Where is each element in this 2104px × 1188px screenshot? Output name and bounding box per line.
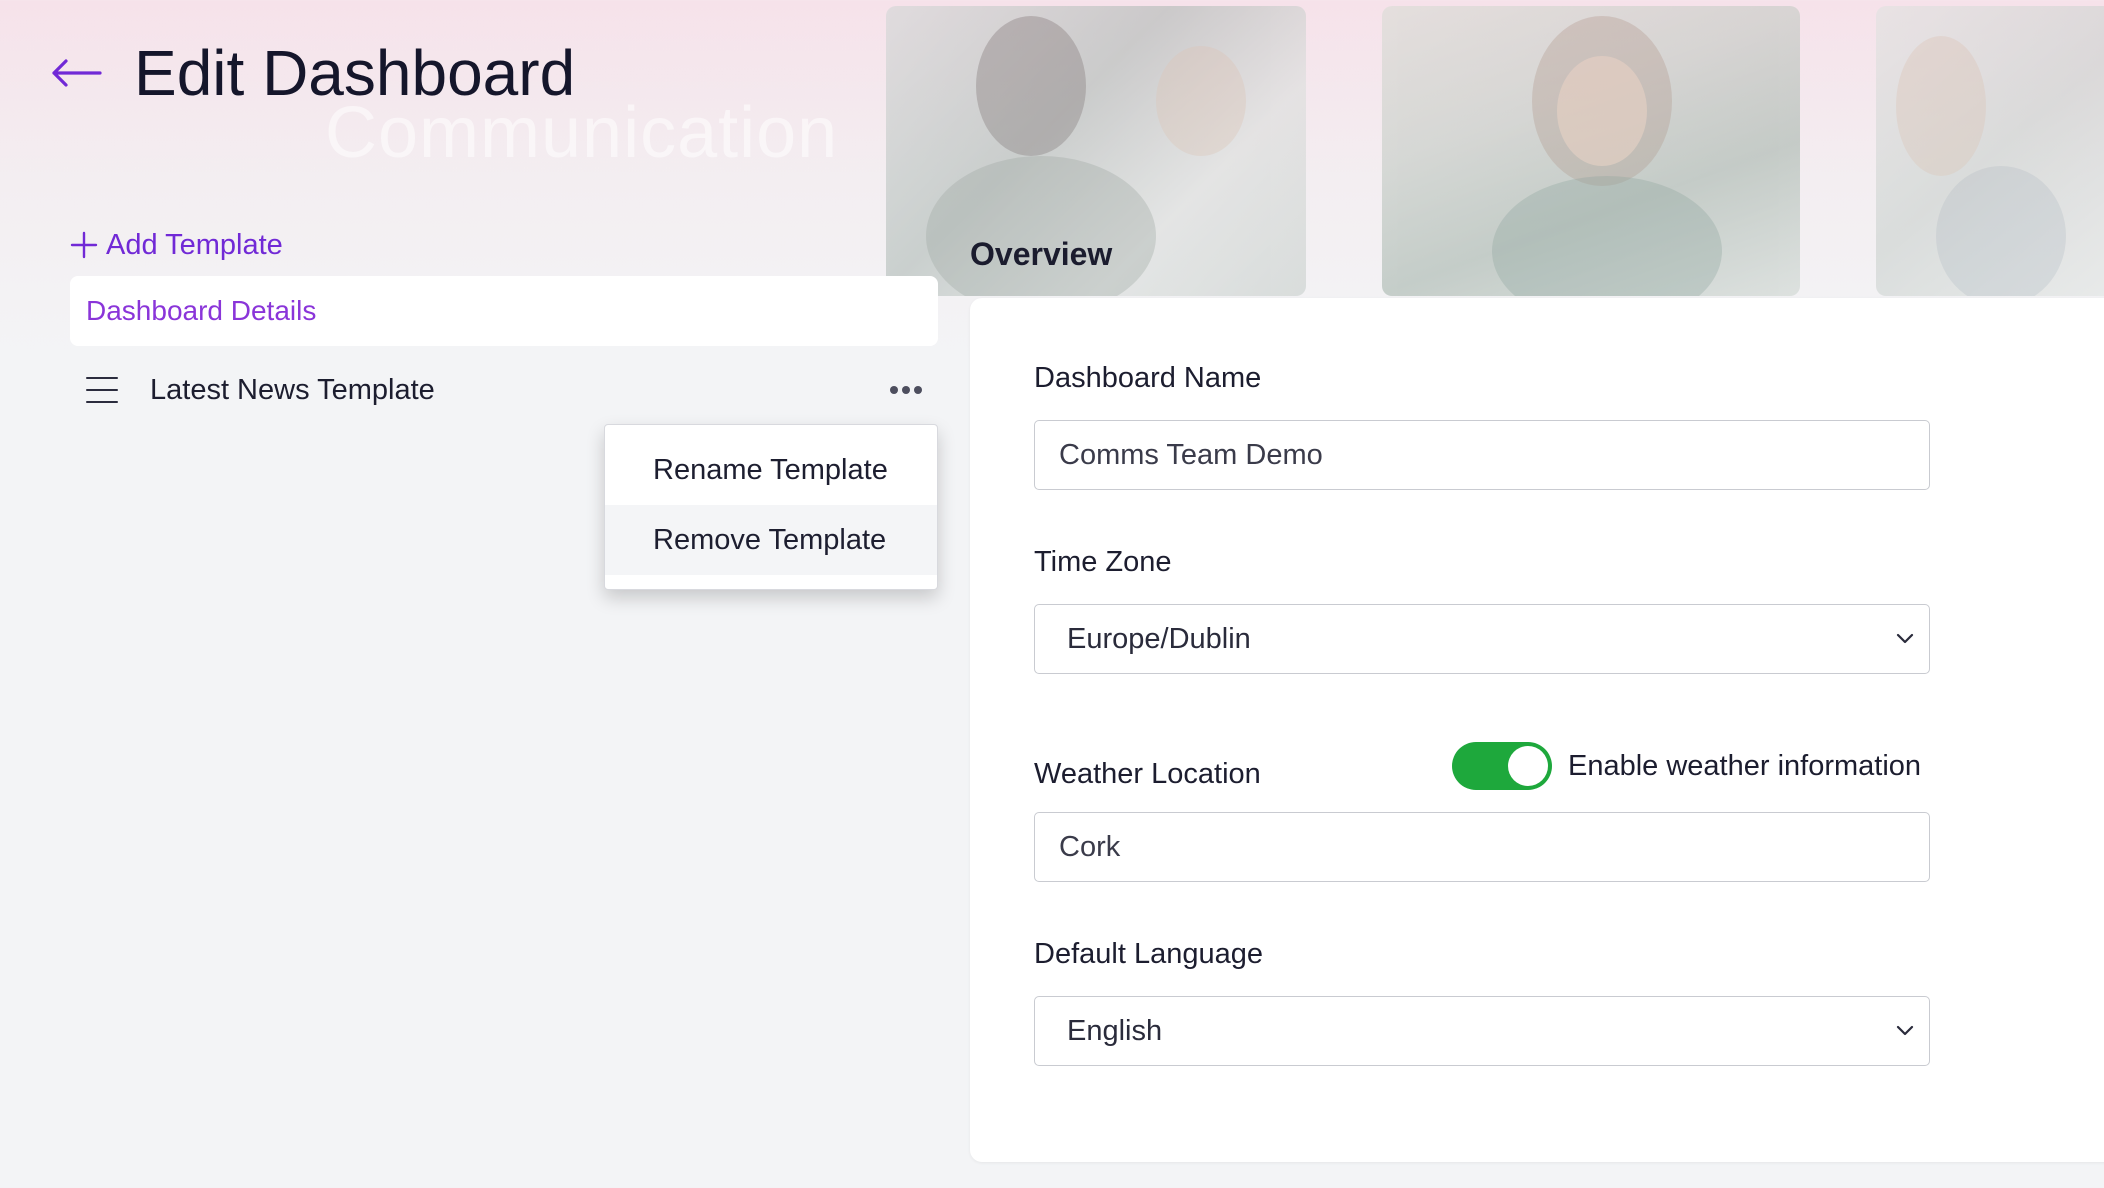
weather-toggle[interactable] [1452, 742, 1552, 790]
drag-handle-icon[interactable] [86, 377, 118, 403]
back-arrow-icon [52, 59, 102, 87]
add-template-label: Add Template [106, 228, 283, 261]
remove-template-menu-item[interactable]: Remove Template [605, 505, 937, 575]
weather-location-input[interactable] [1034, 812, 1930, 882]
weather-location-label: Weather Location [1034, 758, 1261, 790]
time-zone-select[interactable]: Europe/Dublin [1034, 604, 1930, 674]
hero-photo-smiling-woman [1382, 6, 1800, 296]
time-zone-value: Europe/Dublin [1067, 622, 1251, 655]
rename-template-menu-item[interactable]: Rename Template [605, 435, 937, 505]
chevron-down-icon [1896, 1025, 1914, 1036]
page-header: Edit Dashboard [50, 36, 575, 110]
back-button[interactable] [50, 47, 106, 99]
template-context-menu: Rename Template Remove Template [604, 424, 938, 590]
template-sidebar: Add Template Dashboard Details Latest Ne… [70, 222, 938, 434]
time-zone-label: Time Zone [1034, 546, 1172, 578]
sidebar-item-dashboard-details[interactable]: Dashboard Details [70, 276, 938, 346]
dashboard-name-input[interactable] [1034, 420, 1930, 490]
sidebar-item-latest-news-template[interactable]: Latest News Template [70, 346, 938, 434]
plus-icon [70, 231, 98, 259]
weather-toggle-label: Enable weather information [1568, 749, 1922, 782]
template-label: Latest News Template [150, 373, 435, 406]
default-language-label: Default Language [1034, 938, 1263, 970]
hero-photo-colleagues [1876, 6, 2104, 296]
chevron-down-icon [1896, 633, 1914, 644]
add-template-button[interactable]: Add Template [70, 222, 938, 268]
overview-card: Dashboard Name Time Zone Europe/Dublin W… [970, 298, 2104, 1162]
overview-heading: Overview [970, 236, 1113, 272]
weather-toggle-group: Enable weather information [1452, 742, 1921, 790]
default-language-select[interactable]: English [1034, 996, 1930, 1066]
default-language-value: English [1067, 1014, 1163, 1047]
page-title: Edit Dashboard [134, 37, 576, 109]
more-options-icon[interactable] [886, 376, 926, 404]
dashboard-name-label: Dashboard Name [1034, 362, 1262, 394]
